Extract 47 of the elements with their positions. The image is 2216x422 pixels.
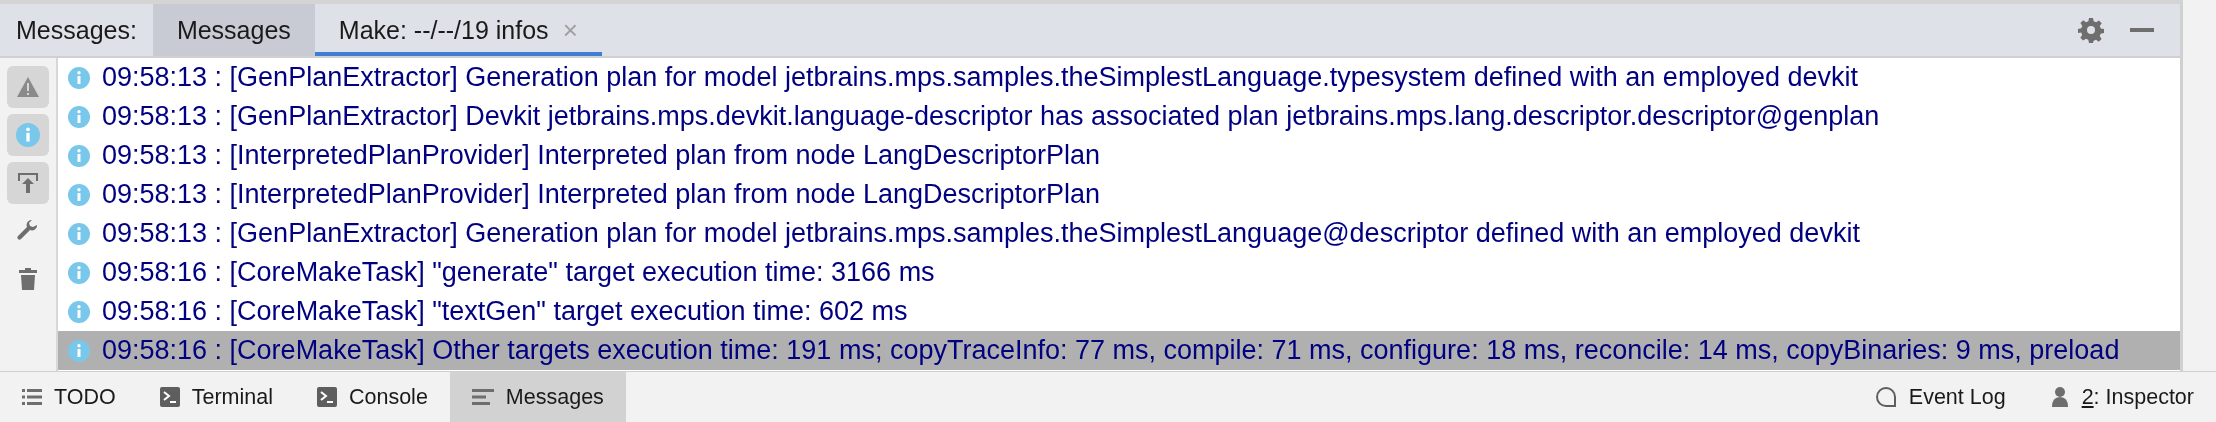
list-icon — [22, 388, 42, 406]
message-text: 09:58:16 : [CoreMakeTask] "generate" target execution time: 3166 ms — [102, 257, 935, 288]
message-row[interactable]: 09:58:13 : [InterpretedPlanProvider] Interpreted plan from node LangDescriptorPlan — [58, 175, 2180, 214]
message-row[interactable]: 09:58:13 : [GenPlanExtractor] Generation plan for model jetbrains.mps.samples.theSimplestLanguage@descriptor defined with an employed devkit — [58, 214, 2180, 253]
toolbar-button[interactable] — [7, 66, 49, 108]
info-icon — [68, 222, 90, 245]
tool-window-tab[interactable]: Terminal — [137, 372, 295, 422]
message-text: 09:58:13 : [GenPlanExtractor] Generation plan for model jetbrains.mps.samples.theSimplestLanguage@descriptor defined with an employed devkit — [102, 218, 1860, 249]
message-text: 09:58:13 : [GenPlanExtractor] Devkit jetbrains.mps.devkit.language-descriptor has associated plan jetbrains.mps.lang.descriptor.descriptor@genplan — [102, 101, 1880, 132]
terminal-icon — [316, 387, 337, 407]
figure-icon — [2049, 386, 2070, 408]
trash-icon — [17, 267, 39, 291]
info-icon — [68, 144, 90, 167]
tool-window-tab[interactable]: 2: Inspector — [2027, 372, 2216, 422]
message-row[interactable]: 09:58:13 : [GenPlanExtractor] Generation plan for model jetbrains.mps.samples.theSimplestLanguage.typesystem defined with an employed devkit — [58, 58, 2180, 97]
warning-icon — [16, 76, 40, 98]
scroll-up-icon — [16, 171, 40, 195]
message-text: 09:58:16 : [CoreMakeTask] Other targets execution time: 191 ms; copyTraceInfo: 77 ms, compile: 71 ms, configure: 18 ms, reconcile: 14 ms, copyBinaries: 9 ms, preload — [102, 335, 2120, 366]
tool-window-tab[interactable]: Event Log — [1852, 372, 2028, 422]
info-icon — [68, 261, 90, 284]
message-row[interactable]: 09:58:13 : [InterpretedPlanProvider] Interpreted plan from node LangDescriptorPlan — [58, 136, 2180, 175]
tool-window-tab[interactable]: Console — [294, 372, 450, 422]
terminal-icon — [159, 387, 180, 407]
speech-bubble-icon — [1874, 386, 1897, 408]
tab[interactable]: Make: --/--/19 infos × — [314, 4, 602, 56]
tool-window-tab[interactable]: Messages — [449, 372, 626, 422]
info-icon — [16, 123, 40, 147]
info-icon — [68, 300, 90, 323]
info-icon — [68, 105, 90, 128]
panel-label: Messages: — [15, 14, 138, 46]
message-text: 09:58:13 : [GenPlanExtractor] Generation plan for model jetbrains.mps.samples.theSimplestLanguage.typesystem defined with an employed devkit — [102, 62, 1858, 93]
toolbar-button[interactable] — [7, 162, 49, 204]
message-row[interactable]: 09:58:13 : [GenPlanExtractor] Devkit jetbrains.mps.devkit.language-descriptor has associated plan jetbrains.mps.lang.descriptor.descriptor@genplan — [58, 97, 2180, 136]
info-icon — [68, 339, 90, 362]
message-text: 09:58:16 : [CoreMakeTask] "textGen" target execution time: 602 ms — [102, 296, 908, 327]
message-text: 09:58:13 : [InterpretedPlanProvider] Interpreted plan from node LangDescriptorPlan — [102, 179, 1101, 210]
wrench-icon — [16, 219, 40, 243]
message-row[interactable]: 09:58:16 : [CoreMakeTask] "generate" target execution time: 3166 ms — [58, 253, 2180, 292]
info-icon — [68, 66, 90, 89]
lines-icon — [471, 389, 494, 405]
message-text: 09:58:13 : [InterpretedPlanProvider] Interpreted plan from node LangDescriptorPlan — [102, 140, 1101, 171]
message-row[interactable]: 09:58:16 : [CoreMakeTask] Other targets execution time: 191 ms; copyTraceInfo: 77 ms, compile: 71 ms, configure: 18 ms, reconcile: 14 ms, copyBinaries: 9 ms, preload — [58, 331, 2180, 370]
tab[interactable]: Messages — [152, 4, 315, 56]
settings-icon[interactable] — [2078, 17, 2104, 43]
info-icon — [68, 183, 90, 206]
message-row[interactable]: 09:58:16 : [CoreMakeTask] "textGen" target execution time: 602 ms — [58, 292, 2180, 331]
tool-window-tab[interactable]: TODO — [0, 372, 138, 422]
